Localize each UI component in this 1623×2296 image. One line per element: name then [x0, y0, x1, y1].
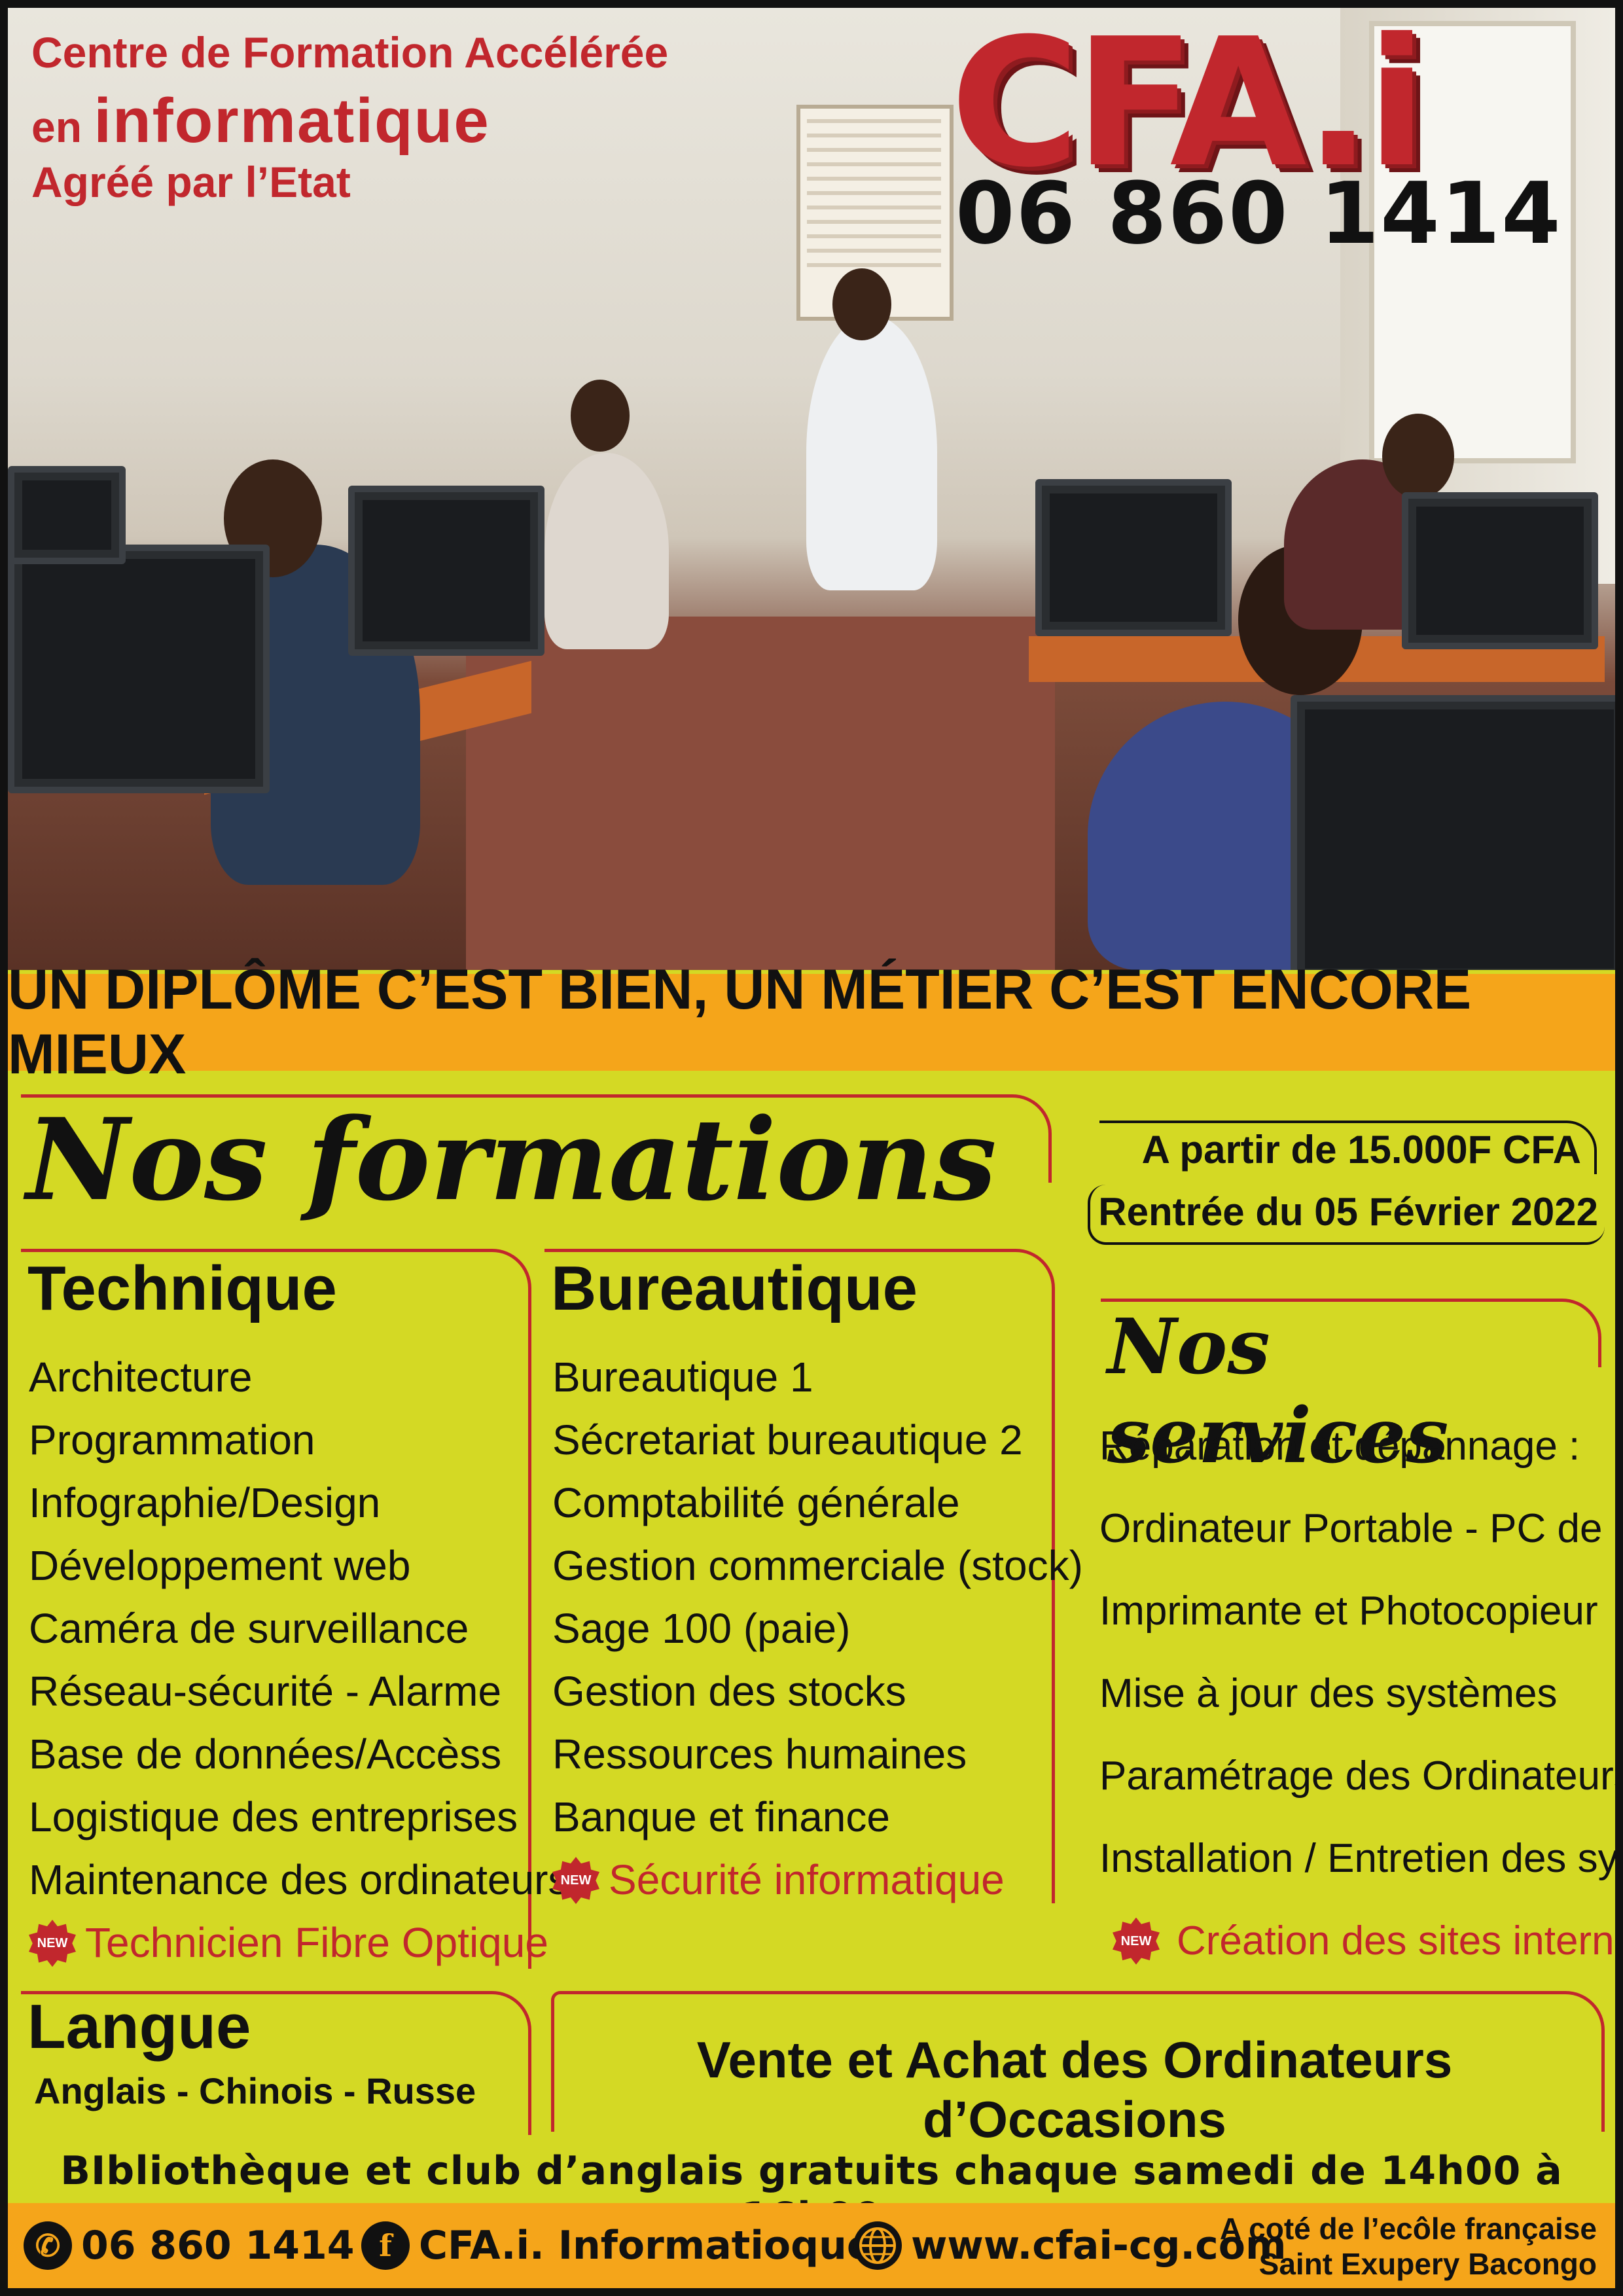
- list-item: Gestion commerciale (stock): [552, 1542, 1083, 1589]
- vente-text: Vente et Achat des Ordinateurs d’Occasio…: [696, 2031, 1453, 2148]
- photo-monitor: [1291, 695, 1615, 970]
- list-item: Développement web: [29, 1542, 411, 1589]
- list-item: Programmation: [29, 1416, 315, 1463]
- service-item: Paramétrage des Ordinateurs: [1099, 1753, 1615, 1799]
- list-item: Réseau-sécurité - Alarme: [29, 1668, 502, 1715]
- list-item: Sage 100 (paie): [552, 1605, 851, 1652]
- list-item: Ressources humaines: [552, 1731, 967, 1778]
- new-item-label: Sécurité informatique: [609, 1856, 1005, 1903]
- photo-monitor: [1035, 479, 1232, 636]
- footer-phone[interactable]: ✆ 06 860 1414: [24, 2203, 355, 2288]
- header-line-2-prefix: en: [31, 103, 94, 151]
- list-item-new: NEW Technicien Fibre Optique: [29, 1911, 569, 1974]
- globe-icon: [853, 2221, 902, 2270]
- technique-heading: Technique: [27, 1253, 337, 1323]
- slogan-text: UN DIPLÔME C’EST BIEN, UN MÉTIER C’EST E…: [8, 958, 1472, 1086]
- list-item: Architecture: [29, 1354, 253, 1401]
- footer-phone-text: 06 860 1414: [81, 2223, 355, 2269]
- bureautique-heading: Bureautique: [551, 1253, 918, 1323]
- list-item: Base de données/Accèss: [29, 1731, 502, 1778]
- new-badge-label: NEW: [37, 1936, 68, 1951]
- list-item: Infographie/Design: [29, 1479, 381, 1526]
- photo-monitor: [8, 545, 270, 793]
- phone-icon: ✆: [24, 2221, 72, 2270]
- photo-head: [571, 380, 630, 452]
- new-item-label: Création des sites internet: [1177, 1918, 1615, 1964]
- list-item-new: NEW Sécurité informatique: [552, 1848, 1083, 1911]
- list-item: Caméra de surveillance: [29, 1605, 469, 1652]
- list-item: Gestion des stocks: [552, 1668, 906, 1715]
- photo-monitor: [1402, 492, 1598, 649]
- list-item: Sécretariat bureautique 2: [552, 1416, 1023, 1463]
- service-item: Installation / Entretien des systèmes: [1099, 1836, 1615, 1881]
- new-badge-icon: NEW: [552, 1857, 599, 1905]
- languages-list: Anglais - Chinois - Russe: [34, 2070, 476, 2111]
- langue-heading: Langue: [27, 1992, 251, 2062]
- photo-instructor: [806, 315, 937, 590]
- classroom-photo: Centre de Formation Accélérée en informa…: [8, 8, 1615, 970]
- photo-monitor: [348, 486, 544, 656]
- bureautique-list: Bureautique 1 Sécretariat bureautique 2 …: [552, 1346, 1083, 1911]
- bureautique-column: Bureautique Bureautique 1 Sécretariat bu…: [544, 1249, 1083, 1905]
- formations-title: Nos formations: [26, 1093, 997, 1226]
- header-line-2-big: informatique: [94, 86, 490, 156]
- slogan-bar: UN DIPLÔME C’EST BIEN, UN MÉTIER C’EST E…: [8, 958, 1615, 1086]
- photo-head: [1382, 414, 1454, 499]
- new-item-label: Technicien Fibre Optique: [85, 1919, 548, 1966]
- list-item: Maintenance des ordinateurs: [29, 1856, 569, 1903]
- address-line-2: Saint Exupery Bacongo: [1258, 2247, 1597, 2281]
- photo-monitor: [8, 466, 126, 564]
- list-item: Logistique des entreprises: [29, 1793, 518, 1840]
- service-item: Ordinateur Portable - PC de bureau: [1099, 1506, 1615, 1551]
- header-line-2: en informatique: [31, 85, 490, 157]
- new-badge-icon: NEW: [29, 1920, 76, 1967]
- service-item-new: NEW Création des sites internet: [1099, 1910, 1615, 1992]
- list-item: Banque et finance: [552, 1793, 890, 1840]
- footer-bar: ✆ 06 860 1414 f CFA.i. Informatioque www…: [8, 2203, 1615, 2288]
- facebook-icon: f: [361, 2221, 410, 2270]
- footer-facebook[interactable]: f CFA.i. Informatioque: [361, 2203, 874, 2288]
- service-item: Réparation et dépannage :: [1099, 1424, 1580, 1469]
- price-box: A partir de 15.000F CFA: [1099, 1121, 1597, 1174]
- service-item: Imprimante et Photocopieur: [1099, 1588, 1598, 1634]
- poster: Centre de Formation Accélérée en informa…: [8, 8, 1615, 2288]
- service-item: Mise à jour des systèmes: [1099, 1671, 1558, 1716]
- new-badge-label: NEW: [560, 1873, 592, 1888]
- new-badge-label: NEW: [1120, 1933, 1152, 1948]
- list-item: Comptabilité générale: [552, 1479, 960, 1526]
- technique-column: Technique Architecture Programmation Inf…: [21, 1249, 569, 1969]
- photo-floor: [466, 617, 1055, 970]
- list-item: Bureautique 1: [552, 1354, 813, 1401]
- header-line-1: Centre de Formation Accélérée: [31, 28, 669, 77]
- start-date-box: Rentrée du 05 Février 2022: [1088, 1185, 1605, 1245]
- header-phone[interactable]: 06 860 1414: [955, 164, 1562, 263]
- new-badge-icon: NEW: [1113, 1917, 1160, 1965]
- cfai-logo: CFA.i: [950, 8, 1605, 206]
- photo-person: [544, 453, 669, 649]
- header-line-3: Agréé par l’Etat: [31, 158, 351, 206]
- footer-facebook-text: CFA.i. Informatioque: [419, 2223, 874, 2269]
- langue-box: Langue Anglais - Chinois - Russe: [21, 1991, 531, 2135]
- address-line-1: A coté de l’ecôle française: [1219, 2212, 1597, 2246]
- photo-head: [832, 268, 891, 340]
- globe-svg: [859, 2227, 896, 2264]
- technique-list: Architecture Programmation Infographie/D…: [29, 1346, 569, 1974]
- footer-address: A coté de l’ecôle française Saint Exuper…: [1220, 2211, 1597, 2282]
- services-list: Réparation et dépannage : Ordinateur Por…: [1099, 1415, 1615, 1992]
